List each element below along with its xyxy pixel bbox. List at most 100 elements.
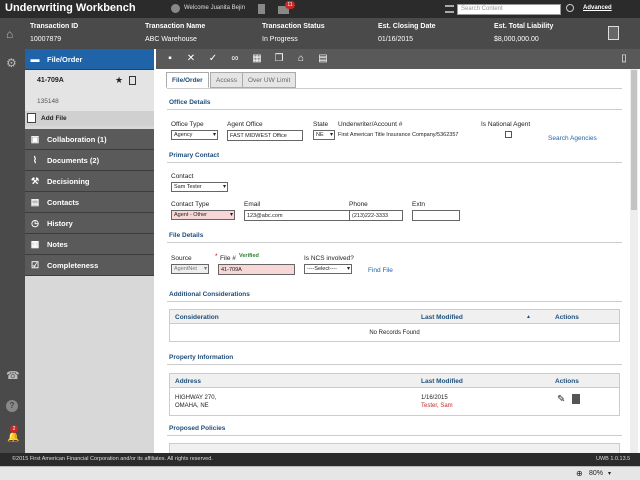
source-select[interactable]: AgentNet: [171, 264, 209, 274]
tab-over-uw-limit[interactable]: Over UW Limit: [242, 72, 297, 88]
top-bar: Underwriting Workbench Welcome Juanita B…: [0, 0, 640, 18]
file-id: 41-709A: [37, 77, 64, 84]
transaction-header: Transaction Name: [145, 23, 206, 30]
find-file-link[interactable]: Find File: [368, 267, 393, 274]
transaction-header: Est. Total Liability: [494, 23, 554, 30]
search-icon[interactable]: [566, 4, 574, 12]
contact-select[interactable]: Sam Tester: [171, 182, 228, 192]
transaction-header: Est. Closing Date: [378, 23, 436, 30]
welcome-text: Welcome Juanita Bejin: [184, 5, 245, 11]
phone-icon[interactable]: ☎: [6, 369, 20, 382]
scroll-thumb[interactable]: [631, 70, 637, 210]
sidebar-item-file-order[interactable]: ▬ File/Order: [25, 49, 154, 70]
office-type-label: Office Type: [171, 121, 204, 128]
office-type-select[interactable]: Agency: [171, 130, 218, 140]
document-icon[interactable]: ▤: [317, 53, 329, 65]
contact-type-select[interactable]: Agent - Other: [171, 210, 235, 220]
sidebar-item-label: Notes: [47, 240, 68, 249]
side-nav: ▬ File/Order 41-709A ★ 135148 Add File ▣…: [25, 49, 154, 453]
verified-badge: Verified: [239, 253, 259, 259]
zoom-level[interactable]: 80%: [589, 470, 603, 477]
sidebar-item-contacts[interactable]: ▤ Contacts: [25, 192, 154, 213]
menu-icon[interactable]: [445, 5, 454, 13]
underwriter-label: Underwriter/Account #: [338, 121, 403, 128]
link-icon[interactable]: ∞: [229, 53, 241, 65]
considerations-heading: Additional Considerations: [169, 291, 250, 298]
star-icon[interactable]: ★: [115, 75, 123, 86]
sidebar-item-label: Contacts: [47, 198, 80, 207]
chevron-down-icon[interactable]: ▾: [608, 470, 611, 477]
sidebar-item-documents[interactable]: ⌇ Documents (2): [25, 150, 154, 171]
trash-icon[interactable]: [572, 394, 580, 404]
sidebar-item-decisioning[interactable]: ⚒ Decisioning: [25, 171, 154, 192]
pencil-icon[interactable]: ✎: [557, 394, 565, 405]
status-bar: ⊕ 80% ▾: [0, 466, 640, 480]
sort-up-icon[interactable]: ▲: [526, 314, 531, 320]
property-table-header: Address Last Modified Actions: [169, 373, 620, 388]
gavel-icon: ⚒: [30, 176, 40, 186]
save-icon[interactable]: ▪: [164, 53, 176, 65]
agent-office-field[interactable]: FAST MIDWEST Office: [227, 130, 303, 141]
sidebar-item-label: Collaboration (1): [47, 135, 107, 144]
file-details-heading: File Details: [169, 232, 204, 239]
mail-badge: 11: [285, 1, 295, 9]
tab-access[interactable]: Access: [210, 72, 243, 88]
sidebar-item-label: History: [47, 219, 73, 228]
considerations-table-header: Consideration Last Modified ▲ Actions: [169, 309, 620, 324]
help-icon[interactable]: ?: [6, 400, 18, 412]
notes-icon: ▦: [30, 239, 40, 249]
add-file-icon: [27, 113, 36, 123]
transaction-id: 10007879: [30, 36, 62, 43]
trash-icon[interactable]: ▯: [618, 53, 630, 65]
sidebar-item-history[interactable]: ◷ History: [25, 213, 154, 234]
sidebar-item-label: Documents (2): [47, 156, 100, 165]
zoom-icon[interactable]: ⊕: [576, 469, 583, 478]
column-header[interactable]: Consideration: [175, 314, 219, 321]
home-icon[interactable]: ⌂: [6, 27, 13, 41]
national-agent-checkbox[interactable]: [505, 131, 512, 138]
sidebar-item-notes[interactable]: ▦ Notes: [25, 234, 154, 255]
email-label: Email: [244, 201, 261, 208]
search-agencies-link[interactable]: Search Agencies: [548, 135, 597, 142]
file-number-label: File #: [220, 255, 236, 262]
sidebar-item-collaboration[interactable]: ▣ Collaboration (1): [25, 129, 154, 150]
bookmark-icon[interactable]: [258, 4, 265, 14]
left-rail: ⌂ ⚙ ☎ ? 🔔 2: [0, 27, 25, 453]
phone-field[interactable]: (213)222-3333: [349, 210, 403, 221]
transaction-name: ABC Warehouse: [145, 36, 197, 43]
search-input[interactable]: Search Content: [457, 4, 561, 15]
user-icon[interactable]: [171, 4, 180, 13]
source-label: Source: [171, 255, 192, 262]
file-sub-number: 135148: [37, 98, 59, 105]
calculator-icon[interactable]: ▦: [251, 53, 263, 65]
ncs-select[interactable]: ----Select----: [304, 264, 352, 274]
empty-message: No Records Found: [369, 330, 420, 336]
file-number-field[interactable]: 41-709A: [218, 264, 295, 275]
document-edit-icon[interactable]: [608, 26, 619, 40]
folder-icon: ▬: [30, 54, 40, 64]
column-header: Address: [175, 378, 202, 385]
copy-icon[interactable]: ❐: [273, 53, 285, 65]
tab-file-order[interactable]: File/Order: [166, 72, 209, 88]
pdf-icon[interactable]: [129, 76, 136, 85]
transaction-bar: Transaction ID Transaction Name Transact…: [0, 18, 640, 49]
column-header[interactable]: Last Modified: [421, 314, 463, 321]
extn-field[interactable]: [412, 210, 460, 221]
bell-icon[interactable]: 🔔: [7, 432, 19, 443]
file-card[interactable]: 41-709A ★ 135148: [25, 70, 154, 111]
sidebar-item-label: Completeness: [47, 261, 99, 270]
close-icon[interactable]: ✕: [185, 53, 197, 65]
toolbar: ▪ ✕ ✓ ∞ ▦ ❐ ⌂ ▤ ▯: [156, 49, 640, 69]
add-file-button[interactable]: Add File: [25, 111, 154, 126]
column-header: Last Modified: [421, 378, 463, 385]
notification-badge: 2: [10, 425, 18, 433]
gear-icon[interactable]: ⚙: [6, 56, 17, 70]
state-select[interactable]: NE: [313, 130, 335, 140]
paperclip-icon: ⌇: [32, 155, 38, 165]
sidebar-item-completeness[interactable]: ☑ Completeness: [25, 255, 154, 276]
advanced-search-link[interactable]: Advanced: [583, 5, 612, 11]
address-line1: HIGHWAY 270,: [175, 395, 217, 401]
house-icon[interactable]: ⌂: [295, 53, 307, 65]
state-label: State: [313, 121, 329, 128]
shield-check-icon[interactable]: ✓: [207, 53, 219, 65]
